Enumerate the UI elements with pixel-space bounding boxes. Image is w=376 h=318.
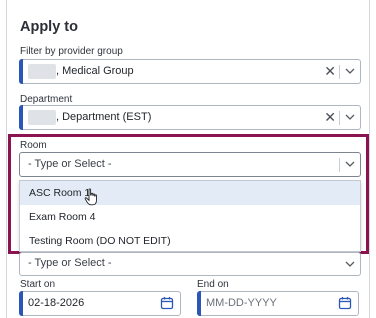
hand-pointer-icon <box>84 188 97 206</box>
chevron-down-icon[interactable] <box>345 112 355 122</box>
start-date-value: 02-18-2026 <box>28 297 85 309</box>
room-select[interactable]: - Type or Select - <box>19 152 361 177</box>
provider-group-value: , Medical Group <box>56 65 134 77</box>
close-icon[interactable]: ✕ <box>324 63 336 79</box>
department-value: , Department (EST) <box>56 111 152 123</box>
divider <box>339 65 340 79</box>
end-on-label: End on <box>197 279 229 290</box>
provider-group-label: Filter by provider group <box>20 46 123 57</box>
end-date-placeholder: MM-DD-YYYY <box>206 297 277 309</box>
room-dropdown-menu: ASC Room 1 Exam Room 4 Testing Room (DO … <box>19 180 361 252</box>
start-on-label: Start on <box>20 279 56 290</box>
room-placeholder: - Type or Select - <box>28 158 112 170</box>
close-icon[interactable]: ✕ <box>324 109 336 125</box>
room-option[interactable]: Exam Room 4 <box>20 205 360 229</box>
calendar-icon[interactable] <box>160 296 174 310</box>
section-title: Apply to <box>20 19 78 35</box>
divider <box>339 158 340 172</box>
start-date-field[interactable]: 02-18-2026 <box>19 291 181 316</box>
end-date-field[interactable]: MM-DD-YYYY <box>197 291 359 316</box>
room-label: Room <box>20 140 47 151</box>
redacted-text <box>28 110 56 125</box>
secondary-select-placeholder: - Type or Select - <box>28 257 112 269</box>
redacted-text <box>28 64 56 79</box>
calendar-icon[interactable] <box>338 296 352 310</box>
room-option[interactable]: ASC Room 1 <box>20 181 360 205</box>
chevron-down-icon[interactable] <box>345 259 355 269</box>
provider-group-select[interactable]: , Medical Group ✕ <box>19 59 361 84</box>
chevron-down-icon[interactable] <box>345 159 355 169</box>
divider <box>339 111 340 125</box>
department-select[interactable]: , Department (EST) ✕ <box>19 105 361 130</box>
room-option[interactable]: Testing Room (DO NOT EDIT) <box>20 229 360 253</box>
secondary-select[interactable]: - Type or Select - <box>19 252 361 276</box>
department-label: Department <box>20 94 73 105</box>
chevron-down-icon[interactable] <box>345 66 355 76</box>
